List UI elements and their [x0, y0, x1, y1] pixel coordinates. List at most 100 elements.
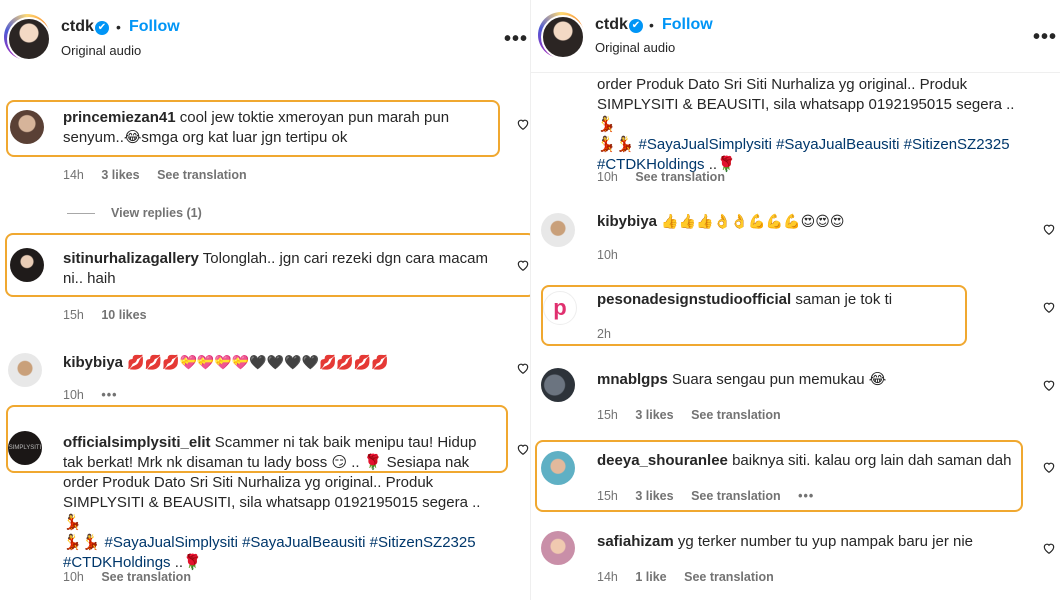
- comment-username[interactable]: princemiezan41: [63, 109, 176, 126]
- comment-more-icon[interactable]: •••: [101, 388, 117, 402]
- comment-item: mnablgps Suara sengau pun memukau 😂 15h …: [531, 365, 1060, 425]
- comment-time: 15h: [63, 308, 84, 322]
- like-heart-icon[interactable]: [516, 361, 530, 375]
- comment-item: sitinurhalizagallery Tolonglah.. jgn car…: [0, 240, 530, 330]
- like-heart-icon[interactable]: [1042, 460, 1056, 474]
- commenter-avatar[interactable]: [541, 451, 575, 485]
- comment-username[interactable]: mnablgps: [597, 371, 668, 388]
- comment-item: deeya_shouranlee baiknya siti. kalau org…: [531, 445, 1060, 515]
- verified-badge-icon: ✔: [95, 21, 109, 35]
- commenter-avatar[interactable]: [8, 353, 42, 387]
- commenter-avatar[interactable]: [541, 368, 575, 402]
- like-heart-icon[interactable]: [516, 117, 530, 131]
- comment-username[interactable]: safiahizam: [597, 533, 674, 550]
- see-translation-link[interactable]: See translation: [684, 570, 774, 584]
- like-heart-icon[interactable]: [1042, 541, 1056, 555]
- header-separator: •: [116, 19, 121, 35]
- comment-text: 👍👍👍👌👌💪💪💪😍😍😍: [661, 213, 845, 229]
- comment-more-icon[interactable]: •••: [798, 489, 814, 503]
- comment-meta: 10h •••: [63, 388, 131, 402]
- comment-meta: 2h: [597, 327, 625, 341]
- comment-body: officialsimplysiti_elit Scammer ni tak b…: [63, 433, 483, 573]
- replies-line: [67, 213, 95, 214]
- comment-body: deeya_shouranlee baiknya siti. kalau org…: [597, 451, 1027, 471]
- commenter-avatar[interactable]: [541, 213, 575, 247]
- more-options-icon[interactable]: •••: [504, 28, 528, 51]
- comment-hashtags[interactable]: #SayaJualSimplysiti #SayaJualBeausiti #S…: [639, 136, 1010, 153]
- comment-time: 14h: [63, 168, 84, 182]
- comment-time: 2h: [597, 327, 611, 341]
- comment-meta: 15h 10 likes: [63, 308, 161, 322]
- like-heart-icon[interactable]: [516, 442, 530, 456]
- comment-likes[interactable]: 3 likes: [635, 489, 673, 503]
- view-replies-button[interactable]: View replies (1): [111, 206, 202, 220]
- header-username[interactable]: ctdk: [61, 18, 94, 36]
- comment-meta: 10h See translation: [63, 570, 205, 584]
- comment-username[interactable]: officialsimplysiti_elit: [63, 434, 211, 451]
- see-translation-link[interactable]: See translation: [691, 489, 781, 503]
- commenter-avatar[interactable]: [10, 110, 44, 144]
- commenter-avatar[interactable]: [10, 248, 44, 282]
- comment-username[interactable]: kibybiya: [63, 354, 123, 371]
- comment-meta: 15h 3 likes See translation •••: [597, 489, 828, 503]
- profile-avatar[interactable]: [4, 14, 51, 61]
- see-translation-link[interactable]: See translation: [691, 408, 781, 422]
- see-translation-link[interactable]: See translation: [157, 168, 247, 182]
- comment-text-tail: 💃💃: [63, 534, 101, 551]
- like-heart-icon[interactable]: [1042, 300, 1056, 314]
- profile-avatar[interactable]: [538, 12, 585, 59]
- follow-button[interactable]: Follow: [662, 16, 713, 34]
- comment-hashtags[interactable]: #SayaJualSimplysiti #SayaJualBeausiti #S…: [105, 534, 476, 551]
- comment-item: safiahizam yg terker number tu yup nampa…: [531, 525, 1060, 595]
- comment-body: pesonadesignstudioofficial saman je tok …: [597, 290, 1017, 310]
- original-audio-link[interactable]: Original audio: [595, 40, 675, 55]
- verified-badge-icon: ✔: [629, 19, 643, 33]
- comment-username[interactable]: deeya_shouranlee: [597, 452, 728, 469]
- comment-text-tail: 💃💃: [597, 136, 635, 153]
- header-username[interactable]: ctdk: [595, 16, 628, 34]
- comment-username[interactable]: pesonadesignstudioofficial: [597, 291, 791, 308]
- see-translation-link[interactable]: See translation: [101, 570, 191, 584]
- comment-body-continued: order Produk Dato Sri Siti Nurhaliza yg …: [597, 75, 1017, 175]
- comment-hashtag[interactable]: #CTDKHoldings: [63, 554, 171, 571]
- original-audio-link[interactable]: Original audio: [61, 43, 141, 58]
- comment-username[interactable]: kibybiya: [597, 213, 657, 230]
- avatar-brand-text: SIMPLYSITI: [8, 445, 42, 451]
- comment-body: kibybiya 👍👍👍👌👌💪💪💪😍😍😍: [597, 211, 1017, 232]
- like-heart-icon[interactable]: [516, 258, 530, 272]
- comment-text: Suara sengau pun memukau 😂: [672, 371, 887, 388]
- comment-meta: 15h 3 likes See translation: [597, 408, 795, 422]
- comment-text: order Produk Dato Sri Siti Nurhaliza yg …: [597, 76, 1015, 133]
- commenter-avatar[interactable]: SIMPLYSITI: [8, 431, 42, 465]
- comment-username[interactable]: sitinurhalizagallery: [63, 250, 199, 267]
- commenter-avatar[interactable]: p: [543, 291, 577, 325]
- comment-text: yg terker number tu yup nampak baru jer …: [677, 533, 974, 550]
- comment-item: princemiezan41 cool jew toktie xmeroyan …: [0, 100, 530, 190]
- comment-item: SIMPLYSITI officialsimplysiti_elit Scamm…: [0, 425, 530, 595]
- comment-meta: 14h 1 like See translation: [597, 570, 788, 584]
- comment-text: saman je tok ti: [795, 291, 893, 308]
- comment-time: 14h: [597, 570, 618, 584]
- post-header: ctdk ✔ • Follow Original audio •••: [0, 0, 530, 74]
- comment-likes[interactable]: 3 likes: [635, 408, 673, 422]
- like-heart-icon[interactable]: [1042, 378, 1056, 392]
- like-heart-icon[interactable]: [1042, 222, 1056, 236]
- comment-likes[interactable]: 1 like: [635, 570, 666, 584]
- comment-meta: 10h: [597, 248, 632, 262]
- comment-body: sitinurhalizagallery Tolonglah.. jgn car…: [63, 249, 503, 289]
- see-translation-link[interactable]: See translation: [635, 170, 725, 184]
- comment-body: princemiezan41 cool jew toktie xmeroyan …: [63, 108, 483, 148]
- comment-item: kibybiya 👍👍👍👌👌💪💪💪😍😍😍 10h: [531, 205, 1060, 265]
- comment-text-end: ..🌹: [170, 554, 202, 571]
- comment-time: 10h: [597, 170, 618, 184]
- comment-likes[interactable]: 3 likes: [101, 168, 139, 182]
- comment-text: 💋💋💋💝💝💝💝🖤🖤🖤🖤💋💋💋💋: [127, 354, 389, 370]
- comment-likes[interactable]: 10 likes: [101, 308, 146, 322]
- more-options-icon[interactable]: •••: [1033, 26, 1057, 49]
- comment-body: mnablgps Suara sengau pun memukau 😂: [597, 370, 1017, 390]
- avatar-letter: p: [553, 295, 567, 320]
- commenter-avatar[interactable]: [541, 531, 575, 565]
- follow-button[interactable]: Follow: [129, 18, 180, 36]
- comment-time: 15h: [597, 489, 618, 503]
- comment-meta: 14h 3 likes See translation: [63, 168, 261, 182]
